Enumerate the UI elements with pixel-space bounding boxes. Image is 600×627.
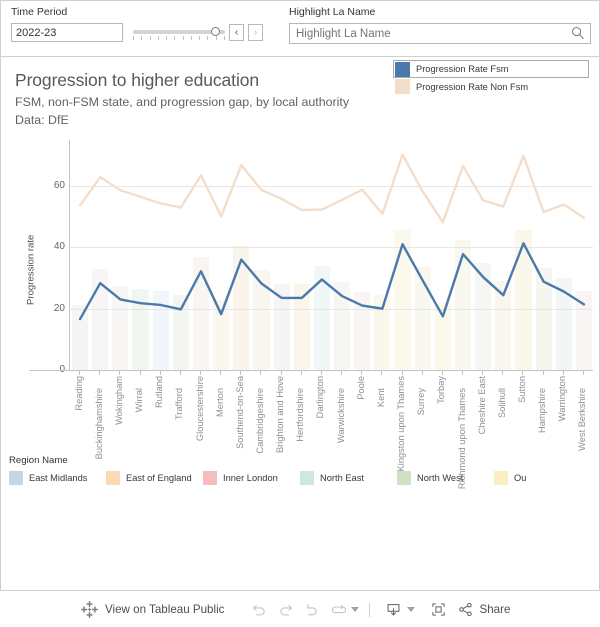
x-axis-tick-label[interactable]: Merton: [215, 388, 225, 417]
region-legend: Region Name East Midlands East of England…: [9, 455, 593, 507]
x-axis-tick-label[interactable]: Southend-on-Sea: [235, 376, 245, 449]
refresh-dropdown-caret[interactable]: [351, 607, 360, 612]
time-period-filter: Time Period ‹ ›: [11, 6, 283, 42]
x-axis-tick-label[interactable]: Cambridgeshire: [255, 388, 265, 454]
x-axis-tick-label[interactable]: Wokingham: [114, 376, 124, 425]
time-period-slider[interactable]: [133, 23, 225, 42]
highlight-filter: Highlight La Name: [289, 6, 591, 44]
y-axis-tick-label: 60: [53, 180, 65, 191]
x-axis-tick-label[interactable]: Hertfordshire: [295, 388, 305, 442]
region-legend-label: North East: [320, 473, 364, 483]
x-axis-tick-label[interactable]: Rutland: [154, 376, 164, 408]
x-axis-tick-label[interactable]: Darlington: [315, 376, 325, 418]
x-axis-tick-label[interactable]: Solihull: [497, 388, 507, 418]
slider-handle[interactable]: [211, 27, 220, 36]
x-axis-tick-label[interactable]: Surrey: [416, 388, 426, 415]
x-axis-tick-label[interactable]: Warrington: [557, 376, 567, 421]
view-on-tableau-public-label: View on Tableau Public: [105, 603, 225, 616]
region-legend-label: East Midlands: [29, 473, 88, 483]
plot-canvas[interactable]: [69, 140, 593, 370]
region-legend-item[interactable]: East Midlands: [9, 471, 106, 485]
region-legend-swatch: [203, 471, 217, 485]
undo-button[interactable]: [246, 597, 272, 623]
x-axis-tick-label[interactable]: Cheshire East: [477, 376, 487, 434]
download-dropdown-caret[interactable]: [407, 607, 416, 612]
redo-button[interactable]: [272, 597, 298, 623]
view-on-tableau-public-button[interactable]: View on Tableau Public: [80, 600, 224, 619]
x-axis-tick-label[interactable]: Poole: [356, 376, 366, 400]
x-axis-tick-label[interactable]: West Berkshire: [577, 388, 587, 451]
search-icon[interactable]: [571, 26, 585, 40]
measure-legend-label: Progression Rate Fsm: [416, 64, 509, 74]
y-axis-tick-label: 20: [53, 302, 65, 314]
share-label: Share: [479, 603, 511, 616]
line-series[interactable]: [78, 153, 586, 224]
x-axis-tick-label[interactable]: Kent: [376, 388, 386, 407]
chart-source: Data: DfE: [15, 113, 69, 127]
region-legend-title: Region Name: [9, 455, 68, 466]
highlight-input[interactable]: [289, 23, 591, 44]
region-legend-swatch: [9, 471, 23, 485]
page-title: Progression to higher education: [15, 70, 260, 90]
region-legend-item[interactable]: North West: [397, 471, 494, 485]
toolbar-actions: Share: [246, 597, 510, 623]
x-axis-tick-label[interactable]: Trafford: [174, 388, 184, 420]
refresh-button[interactable]: [324, 597, 350, 623]
x-axis-ticks: [69, 371, 593, 375]
x-axis-tick-label[interactable]: Sutton: [517, 376, 527, 403]
region-legend-label: Inner London: [223, 473, 278, 483]
x-axis-tick-label[interactable]: Hampshire: [537, 388, 547, 433]
x-axis-tick-label[interactable]: Reading: [74, 376, 84, 411]
x-axis-tick-label[interactable]: Wirral: [134, 388, 144, 412]
region-legend-label: East of England: [126, 473, 192, 483]
measure-legend-item[interactable]: Progression Rate Non Fsm: [393, 78, 589, 95]
measure-legend-swatch: [395, 61, 410, 77]
region-legend-label: Ou: [514, 473, 527, 483]
tableau-logo-icon: [81, 601, 98, 618]
time-period-next-button[interactable]: ›: [248, 24, 263, 41]
region-legend-items: East Midlands East of England Inner London…: [9, 471, 593, 485]
x-axis-tick-label[interactable]: Warwickshire: [336, 388, 346, 443]
measure-legend: Progression Rate Fsm Progression Rate Non…: [393, 60, 589, 95]
region-legend-label: North West: [417, 473, 464, 483]
measure-legend-swatch: [395, 79, 410, 94]
worksheet: Progression to higher education FSM, non…: [0, 57, 600, 591]
x-axis-tick-label[interactable]: Torbay: [436, 376, 446, 404]
chart-title-block: Progression to higher education FSM, non…: [15, 69, 395, 129]
region-legend-item[interactable]: North East: [300, 471, 397, 485]
fullscreen-button[interactable]: [425, 597, 451, 623]
share-button[interactable]: Share: [457, 601, 510, 618]
region-legend-swatch: [106, 471, 120, 485]
download-button[interactable]: [380, 597, 406, 623]
region-legend-item[interactable]: Inner London: [203, 471, 300, 485]
measure-legend-label: Progression Rate Non Fsm: [416, 81, 529, 92]
x-axis-tick-label[interactable]: Buckinghamshire: [94, 388, 104, 459]
line-series-group: [78, 153, 586, 321]
measure-legend-item[interactable]: Progression Rate Fsm: [393, 60, 589, 78]
region-legend-swatch: [494, 471, 508, 485]
bottom-toolbar: View on Tableau Public Share: [0, 592, 600, 627]
x-axis-tick-label[interactable]: Brighton and Hove: [275, 376, 285, 453]
chart-subtitle: FSM, non-FSM state, and progression gap,…: [15, 95, 350, 109]
y-axis-tick-label: 40: [53, 241, 65, 253]
revert-button[interactable]: [298, 597, 324, 623]
y-axis-ticks: 0204060: [29, 140, 65, 375]
highlight-label: Highlight La Name: [289, 6, 376, 18]
region-legend-swatch: [397, 471, 411, 485]
time-period-prev-button[interactable]: ‹: [229, 24, 244, 41]
time-period-input[interactable]: [11, 23, 123, 42]
x-axis-tick-label[interactable]: Gloucestershire: [195, 376, 205, 441]
region-legend-swatch: [300, 471, 314, 485]
line-series[interactable]: [78, 242, 586, 321]
region-legend-item[interactable]: Ou: [494, 471, 591, 485]
slider-ticks: [133, 36, 225, 41]
share-icon: [459, 602, 473, 617]
region-legend-item[interactable]: East of England: [106, 471, 203, 485]
tableau-dashboard: Time Period ‹ › Highlight La Name: [0, 0, 600, 627]
chart-area: Progression rate 0204060 ReadingBuckingh…: [9, 140, 593, 489]
toolbar-divider: [369, 602, 371, 617]
time-period-label: Time Period: [11, 6, 68, 18]
filter-bar: Time Period ‹ › Highlight La Name: [0, 0, 600, 57]
